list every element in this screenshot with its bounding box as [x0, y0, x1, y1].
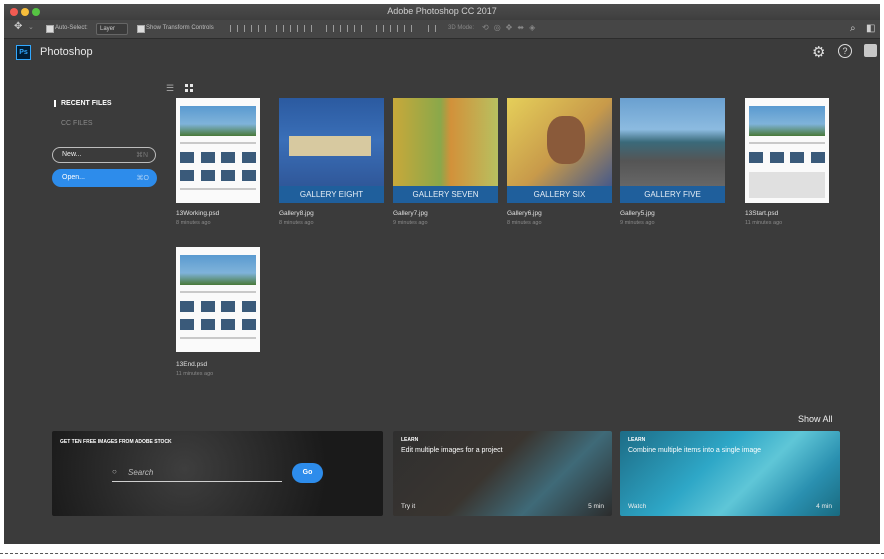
align-right-icon[interactable]: [304, 25, 312, 32]
adobe-stock-panel: GET TEN FREE IMAGES FROM ADOBE STOCK ○ S…: [52, 431, 383, 516]
search-icon[interactable]: ⌕: [850, 23, 856, 34]
search-icon: ○: [112, 467, 117, 476]
page-border: [0, 553, 884, 554]
search-placeholder: Search: [128, 468, 154, 477]
auto-align-icon[interactable]: [428, 25, 436, 32]
file-time: 8 minutes ago: [176, 220, 211, 226]
auto-select-checkbox[interactable]: [46, 25, 54, 33]
stock-caption: GET TEN FREE IMAGES FROM ADOBE STOCK: [60, 439, 172, 445]
file-thumbnail[interactable]: [745, 98, 829, 203]
start-workspace-header: Ps Photoshop ⚙ ?: [4, 39, 880, 69]
learn-action: Try it: [401, 503, 416, 510]
new-document-button[interactable]: New... ⌘N: [52, 147, 156, 163]
distribute-hcenter-icon[interactable]: [390, 25, 398, 32]
gallery-band: GALLERY SIX: [507, 186, 612, 203]
show-all-link[interactable]: Show All: [798, 414, 833, 424]
learn-tag: LEARN: [401, 437, 419, 443]
align-hcenter-icon[interactable]: [290, 25, 298, 32]
learn-tag: LEARN: [628, 437, 646, 443]
photoshop-window: Adobe Photoshop CC 2017 ✥ ⌄ Auto-Select:…: [4, 4, 880, 544]
auto-select-dropdown[interactable]: Layer: [96, 23, 128, 35]
align-bottom-icon[interactable]: [258, 25, 266, 32]
help-icon[interactable]: ?: [838, 44, 852, 58]
workspace-icon[interactable]: ◧: [866, 23, 875, 34]
learn-card-combine-items[interactable]: LEARN Combine multiple items into a sing…: [620, 431, 840, 516]
open-button[interactable]: Open... ⌘O: [52, 169, 157, 187]
distribute-vcenter-icon[interactable]: [340, 25, 348, 32]
learn-title: Combine multiple items into a single ima…: [628, 447, 762, 454]
file-time: 11 minutes ago: [176, 371, 214, 377]
app-name: Photoshop: [40, 46, 93, 58]
learn-action: Watch: [628, 503, 647, 510]
file-thumbnail[interactable]: [176, 98, 260, 203]
gallery-band: GALLERY EIGHT: [279, 186, 384, 203]
open-button-label: Open...: [62, 174, 85, 181]
gallery-band: GALLERY FIVE: [620, 186, 725, 203]
grid-view-icon[interactable]: [185, 84, 193, 92]
file-name: Gallery6.jpg: [507, 210, 542, 217]
file-name: Gallery5.jpg: [620, 210, 655, 217]
gear-icon[interactable]: ⚙: [812, 43, 825, 61]
file-thumbnail[interactable]: GALLERY SIX: [507, 98, 612, 203]
file-thumbnail[interactable]: GALLERY EIGHT: [279, 98, 384, 203]
learn-card-edit-multiple[interactable]: LEARN Edit multiple images for a project…: [393, 431, 612, 516]
new-shortcut: ⌘N: [135, 152, 148, 159]
gallery-band: GALLERY SEVEN: [393, 186, 498, 203]
distribute-bottom-icon[interactable]: [354, 25, 362, 32]
file-name: Gallery7.jpg: [393, 210, 428, 217]
file-name: 13Working.psd: [176, 210, 220, 217]
open-shortcut: ⌘O: [136, 175, 149, 182]
file-time: 9 minutes ago: [620, 220, 655, 226]
distribute-left-icon[interactable]: [376, 25, 384, 32]
distribute-top-icon[interactable]: [326, 25, 334, 32]
photoshop-logo: Ps: [16, 45, 31, 60]
file-time: 11 minutes ago: [745, 220, 783, 226]
show-transform-label: Show Transform Controls: [146, 25, 214, 31]
learn-duration: 5 min: [588, 503, 604, 510]
file-thumbnail[interactable]: GALLERY FIVE: [620, 98, 725, 203]
file-time: 8 minutes ago: [279, 220, 314, 226]
file-name: 13Start.psd: [745, 210, 779, 217]
title-bar: Adobe Photoshop CC 2017: [4, 4, 880, 20]
list-view-icon[interactable]: ☰: [166, 83, 174, 94]
account-icon[interactable]: [864, 44, 877, 57]
options-bar: ✥ ⌄ Auto-Select: Layer Show Transform Co…: [4, 20, 880, 39]
file-name: 13End.psd: [176, 361, 208, 368]
chevron-down-icon[interactable]: ⌄: [28, 23, 34, 31]
file-time: 8 minutes ago: [507, 220, 542, 226]
file-thumbnail[interactable]: [176, 247, 260, 352]
learn-title: Edit multiple images for a project: [401, 447, 503, 454]
align-left-icon[interactable]: [276, 25, 284, 32]
3d-mode-icons[interactable]: ⟲◎✥⬌◈: [482, 23, 540, 32]
move-tool-icon[interactable]: ✥: [14, 21, 22, 32]
new-button-label: New...: [62, 151, 82, 158]
distribute-right-icon[interactable]: [404, 25, 412, 32]
go-button[interactable]: Go: [292, 463, 323, 483]
window-title: Adobe Photoshop CC 2017: [387, 6, 497, 16]
align-top-icon[interactable]: [230, 25, 238, 32]
stock-search-input[interactable]: ○ Search: [112, 467, 282, 482]
auto-select-label: Auto-Select:: [55, 25, 88, 31]
cc-files-tab[interactable]: CC FILES: [61, 120, 93, 127]
align-vcenter-icon[interactable]: [244, 25, 252, 32]
file-thumbnail[interactable]: GALLERY SEVEN: [393, 98, 498, 203]
show-transform-checkbox[interactable]: [137, 25, 145, 33]
3d-mode-label: 3D Mode:: [448, 25, 475, 31]
recent-files-tab[interactable]: RECENT FILES: [54, 100, 112, 107]
learn-duration: 4 min: [816, 503, 832, 510]
file-name: Gallery8.jpg: [279, 210, 314, 217]
file-time: 9 minutes ago: [393, 220, 428, 226]
